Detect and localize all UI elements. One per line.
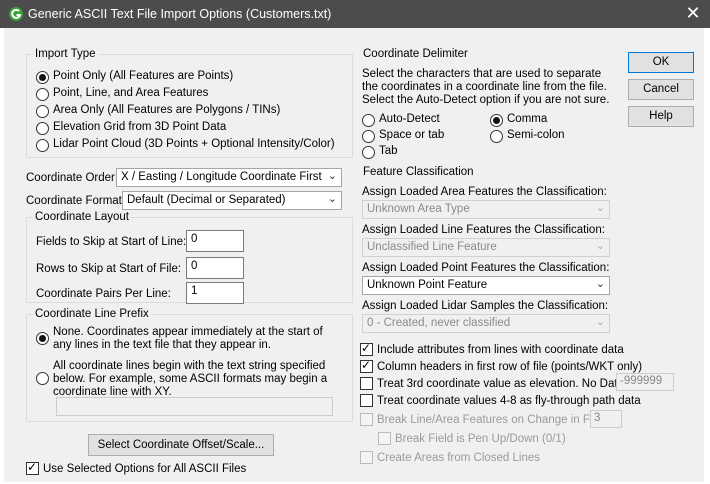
chevron-down-icon: ⌄: [595, 202, 605, 214]
nodata-input[interactable]: -999999: [616, 373, 674, 391]
column-headers-checkbox[interactable]: Column headers in first row of file (poi…: [360, 358, 642, 373]
chevron-down-icon: ⌄: [595, 316, 605, 328]
close-icon[interactable]: ✕: [682, 2, 704, 24]
rows-skip-label: Rows to Skip at Start of File:: [36, 263, 182, 275]
radio-auto-detect[interactable]: Auto-Detect: [362, 113, 440, 127]
coord-format-label: Coordinate Format:: [26, 195, 126, 207]
dialog-client: Import Type Point Only (All Features are…: [4, 28, 704, 482]
radio-comma[interactable]: Comma: [490, 113, 547, 127]
chevron-down-icon: ⌄: [595, 240, 605, 252]
create-areas-checkbox[interactable]: Create Areas from Closed Lines: [360, 451, 540, 464]
treat-4-8-flythrough-checkbox[interactable]: Treat coordinate values 4-8 as fly-throu…: [360, 394, 641, 407]
lidar-class-select[interactable]: 0 - Created, never classified ⌄: [362, 314, 610, 333]
radio-space-tab[interactable]: Space or tab: [362, 129, 444, 143]
select-offset-scale-button[interactable]: Select Coordinate Offset/Scale...: [88, 434, 274, 456]
fields-skip-label: Fields to Skip at Start of Line:: [36, 236, 187, 248]
radio-prefix-begin[interactable]: All coordinate lines begin with the text…: [36, 360, 341, 399]
treat-3rd-elevation-checkbox[interactable]: Treat 3rd coordinate value as elevation.…: [360, 377, 634, 390]
break-penup-checkbox[interactable]: Break Field is Pen Up/Down (0/1): [378, 432, 566, 445]
include-attributes-checkbox[interactable]: Include attributes from lines with coord…: [360, 341, 624, 356]
delimiter-description: Select the characters that are used to s…: [362, 68, 610, 106]
pairs-input[interactable]: 1: [186, 282, 244, 304]
radio-tab[interactable]: Tab: [362, 145, 398, 159]
feature-class-legend: Feature Classification: [363, 166, 474, 178]
chevron-down-icon: ⌄: [327, 193, 337, 205]
radio-lidar[interactable]: Lidar Point Cloud (3D Points + Optional …: [36, 138, 335, 152]
coord-layout-legend: Coordinate Layout: [35, 211, 129, 223]
point-class-select[interactable]: Unknown Point Feature ⌄: [362, 276, 610, 295]
use-all-checkbox[interactable]: Use Selected Options for All ASCII Files: [26, 460, 246, 475]
help-button[interactable]: Help: [628, 106, 694, 127]
ok-button[interactable]: OK: [628, 52, 694, 73]
coord-order-select[interactable]: X / Easting / Longitude Coordinate First…: [116, 168, 342, 187]
radio-elevation-grid[interactable]: Elevation Grid from 3D Point Data: [36, 121, 226, 135]
fields-skip-input[interactable]: 0: [186, 230, 244, 252]
import-type-legend: Import Type: [35, 48, 96, 60]
chevron-down-icon: ⌄: [595, 278, 605, 290]
delimiter-legend: Coordinate Delimiter: [363, 48, 468, 60]
coord-format-select[interactable]: Default (Decimal or Separated) ⌄: [122, 191, 342, 210]
cancel-button[interactable]: Cancel: [628, 79, 694, 100]
chevron-down-icon: ⌄: [327, 170, 337, 182]
pairs-label: Coordinate Pairs Per Line:: [36, 288, 171, 300]
radio-point-only[interactable]: Point Only (All Features are Points): [36, 70, 233, 84]
lidar-class-label: Assign Loaded Lidar Samples the Classifi…: [362, 300, 609, 312]
prefix-legend: Coordinate Line Prefix: [35, 308, 149, 320]
rows-skip-input[interactable]: 0: [186, 257, 244, 279]
radio-prefix-none[interactable]: None. Coordinates appear immediately at …: [36, 326, 341, 352]
break-field-input[interactable]: 3: [590, 410, 622, 428]
window-title: Generic ASCII Text File Import Options (…: [28, 7, 332, 21]
radio-area-only[interactable]: Area Only (All Features are Polygons / T…: [36, 104, 280, 118]
prefix-text-input[interactable]: [56, 397, 333, 416]
app-logo-icon: [9, 7, 23, 21]
radio-semicolon[interactable]: Semi-colon: [490, 129, 565, 143]
title-bar: Generic ASCII Text File Import Options (…: [0, 0, 710, 28]
line-class-select[interactable]: Unclassified Line Feature ⌄: [362, 238, 610, 257]
line-class-label: Assign Loaded Line Features the Classifi…: [362, 224, 605, 236]
point-class-label: Assign Loaded Point Features the Classif…: [362, 262, 610, 274]
break-line-checkbox[interactable]: Break Line/Area Features on Change in Fi…: [360, 413, 608, 426]
area-class-select[interactable]: Unknown Area Type ⌄: [362, 200, 610, 219]
coord-order-label: Coordinate Order:: [26, 172, 119, 184]
radio-point-line-area[interactable]: Point, Line, and Area Features: [36, 87, 208, 101]
area-class-label: Assign Loaded Area Features the Classifi…: [362, 186, 607, 198]
